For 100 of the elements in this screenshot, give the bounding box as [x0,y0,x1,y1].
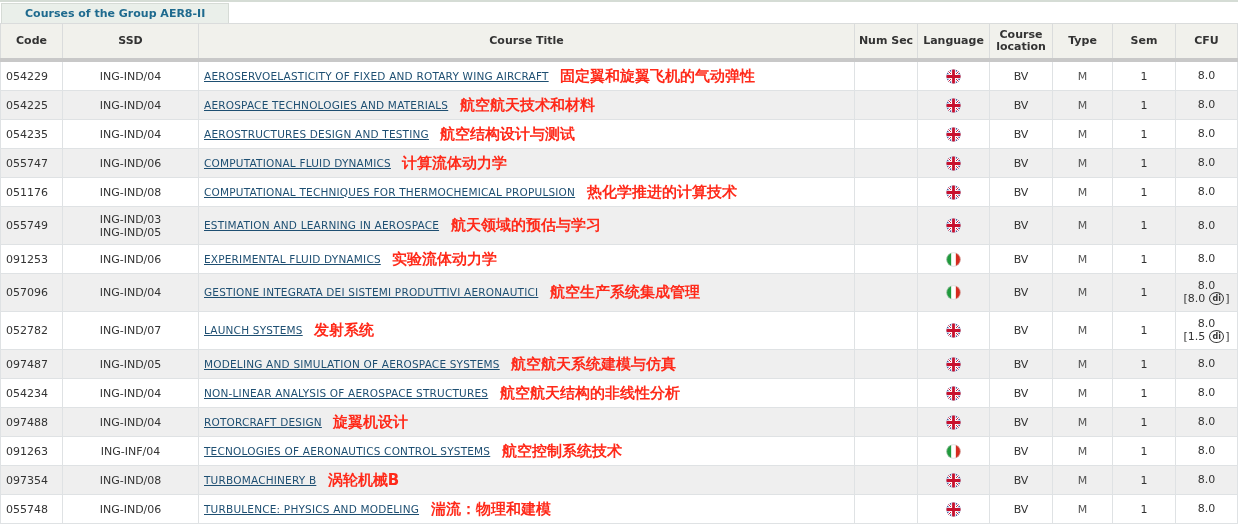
location-code: BV [1013,156,1029,170]
semester: 1 [1140,444,1148,458]
ssd-code: ING-IND/06 [99,502,162,516]
cfu-value: 8.0 [1197,185,1216,198]
cfu-value: 8.0 [1197,127,1216,140]
cfu-detail: [1.5 [1183,330,1206,343]
course-type: M [1077,502,1088,516]
course-type: M [1077,473,1088,487]
course-link[interactable]: COMPUTATIONAL FLUID DYNAMICS [204,156,391,169]
course-type: M [1077,252,1088,266]
cfu-value: 8.0 [1197,502,1216,515]
ssd-code: ING-IND/07 [99,324,162,337]
ssd-code: ING-IND/05 [99,357,162,371]
course-type: M [1077,156,1088,170]
course-type: M [1077,324,1088,337]
course-code: 055748 [6,502,48,516]
course-code: 097354 [6,473,48,487]
course-type: M [1077,386,1088,400]
cfu-value: 8.0 [1197,252,1216,265]
course-type: M [1077,127,1088,141]
course-type: M [1077,444,1088,458]
cfu-detail: [8.0 [1183,292,1206,305]
course-code: 057096 [6,286,48,299]
translation-annotation: 航空结构设计与测试 [440,124,576,143]
course-link[interactable]: AEROSTRUCTURES DESIGN AND TESTING [204,127,429,140]
course-code: 051176 [6,185,48,199]
semester: 1 [1140,98,1148,112]
cfu-value: 8.0 [1197,98,1216,111]
column-header: Code [16,34,47,47]
column-header: Language [923,34,984,47]
location-code: BV [1013,357,1029,371]
course-link[interactable]: TURBOMACHINERY B [204,473,317,486]
semester: 1 [1140,219,1148,232]
group-tab[interactable]: Courses of the Group AER8-II [1,3,230,23]
course-link[interactable]: TURBULENCE: PHYSICS AND MODELING [204,502,420,515]
cfu-value: 8.0 [1197,156,1216,169]
semester: 1 [1140,69,1148,83]
location-code: BV [1013,502,1029,516]
translation-annotation: 热化学推进的计算技术 [586,182,737,201]
semester: 1 [1140,156,1148,170]
semester: 1 [1140,415,1148,429]
semester: 1 [1140,286,1148,299]
translation-annotation: 发射系统 [314,321,375,339]
translation-annotation: 涡轮机械B [327,470,400,489]
course-code: 091263 [6,444,48,458]
translation-annotation: 湍流：物理和建模 [430,499,551,518]
course-code: 052782 [6,324,48,337]
translation-annotation: 航空航天技术和材料 [459,95,595,114]
course-code: 054234 [6,386,48,400]
course-link[interactable]: GESTIONE INTEGRATA DEI SISTEMI PRODUTTIVI AERONAUTICI [204,286,539,298]
course-code: 054235 [6,127,48,141]
column-header: Sem [1130,34,1158,47]
ssd-code: ING-IND/04 [99,69,162,83]
ssd-code: ING-IND/03 ING-IND/05 [99,212,162,239]
cfu-value: 8.0 [1197,218,1216,232]
column-header: Type [1068,34,1097,47]
cfu-value: 8.0 [1197,444,1216,457]
translation-annotation: 航空生产系统集成管理 [549,283,700,301]
cfu-value: 8.0 [1197,415,1216,428]
course-link[interactable]: NON-LINEAR ANALYSIS OF AEROSPACE STRUCTURES [204,386,489,399]
bracket: ] [1225,330,1230,343]
semester: 1 [1140,324,1148,337]
course-type: M [1077,357,1088,371]
translation-annotation: 固定翼和旋翼飞机的气动弹性 [560,66,756,85]
course-code: 097487 [6,357,48,371]
semester: 1 [1140,127,1148,141]
course-link[interactable]: MODELING AND SIMULATION OF AEROSPACE SYSTEMS [204,357,500,370]
course-code: 055749 [6,219,48,232]
course-link[interactable]: AEROSERVOELASTICITY OF FIXED AND ROTARY WING AIRCRAFT [204,69,549,82]
translation-annotation: 实验流体动力学 [392,249,498,268]
location-code: BV [1013,324,1029,337]
translation-annotation: 计算流体动力学 [402,153,508,172]
ssd-code: ING-IND/04 [99,415,162,429]
location-code: BV [1013,127,1029,141]
course-link[interactable]: ROTORCRAFT DESIGN [204,415,322,428]
location-code: BV [1013,69,1029,83]
cfu-value: 8.0 [1197,317,1216,330]
course-code: 097488 [6,415,48,429]
course-link[interactable]: COMPUTATIONAL TECHNIQUES FOR THERMOCHEMICAL PROPULSION [204,185,576,198]
bracket: ] [1225,292,1230,305]
course-link[interactable]: EXPERIMENTAL FLUID DYNAMICS [204,252,381,265]
course-code: 091253 [6,252,48,266]
column-header: SSD [118,34,143,47]
location-code: BV [1013,185,1029,199]
course-link[interactable]: TECNOLOGIES OF AERONAUTICS CONTROL SYSTEMS [204,444,491,457]
cfu-value: 8.0 [1197,279,1216,292]
course-type: M [1077,98,1088,112]
location-code: BV [1013,473,1029,487]
location-code: BV [1013,219,1029,232]
course-link[interactable]: LAUNCH SYSTEMS [204,324,303,336]
translation-annotation: 航空航天结构的非线性分析 [499,383,680,402]
location-code: BV [1013,415,1029,429]
course-link[interactable]: ESTIMATION AND LEARNING IN AEROSPACE [204,219,440,231]
course-type: M [1077,219,1088,232]
cfu-value: 8.0 [1197,473,1216,486]
ssd-code: ING-IND/08 [99,473,162,487]
ssd-code: ING-IND/04 [99,98,162,112]
cfu-value: 8.0 [1197,69,1216,82]
location-code: BV [1013,286,1029,299]
course-link[interactable]: AEROSPACE TECHNOLOGIES AND MATERIALS [204,98,449,111]
